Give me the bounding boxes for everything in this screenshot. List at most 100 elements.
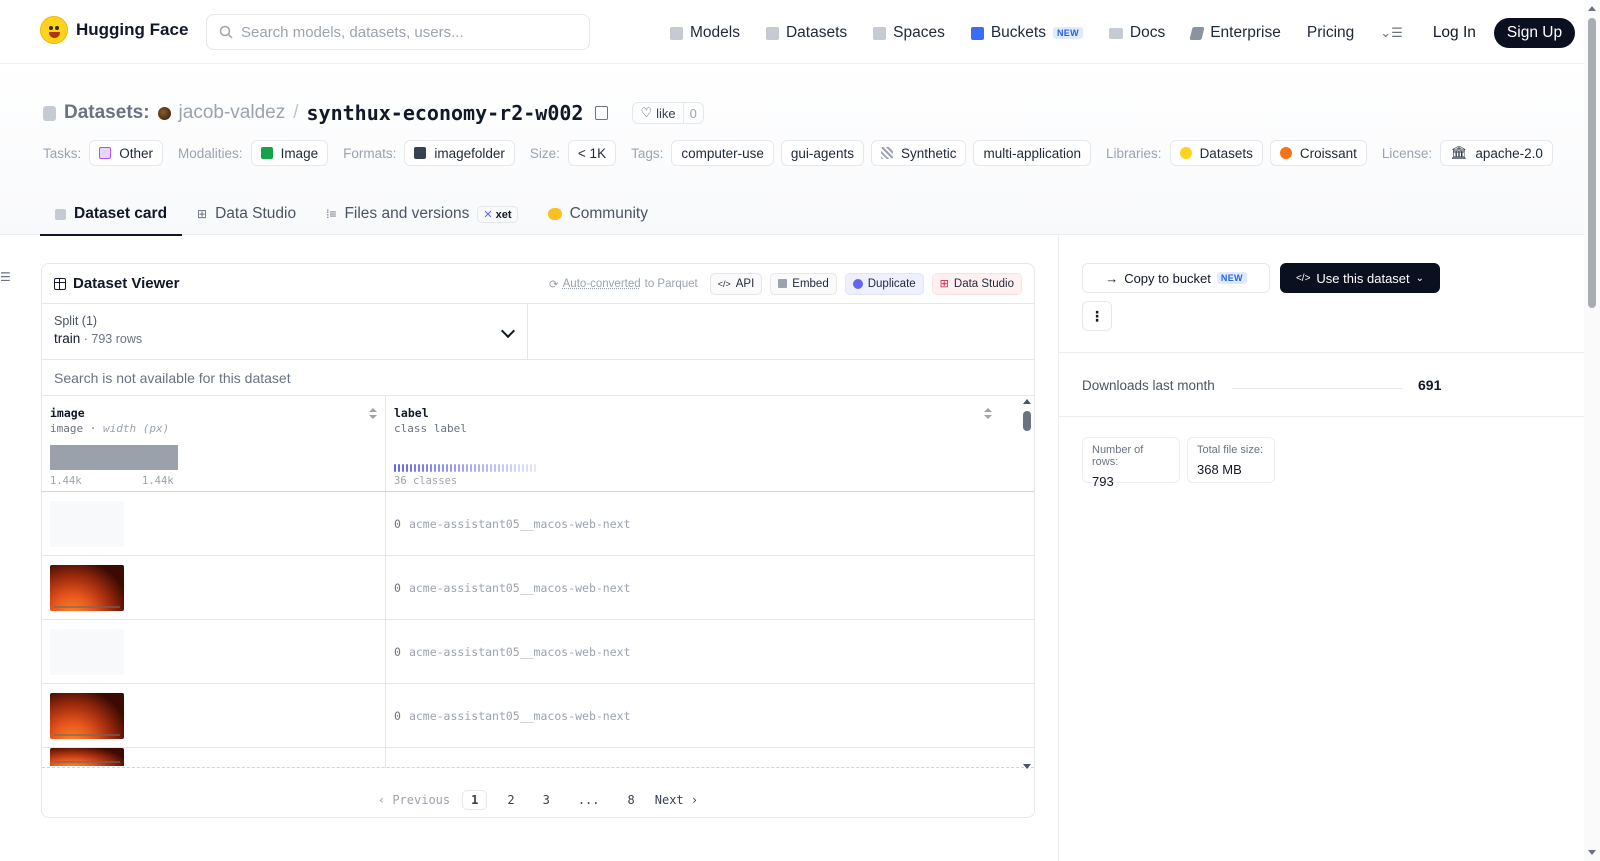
scroll-up-icon[interactable] <box>1023 399 1031 404</box>
login-link[interactable]: Log In <box>1433 24 1476 42</box>
class-bar[interactable] <box>426 464 428 472</box>
class-bar[interactable] <box>526 464 528 472</box>
class-bar[interactable] <box>482 464 484 472</box>
class-bar[interactable] <box>454 464 456 472</box>
class-bar[interactable] <box>518 464 520 472</box>
data-studio-button[interactable]: ⊞ Data Studio <box>931 272 1022 295</box>
tag-task-other[interactable]: Other <box>89 140 164 166</box>
tag-gui-agents[interactable]: gui-agents <box>780 140 864 166</box>
tag-license[interactable]: 🏛 apache-2.0 <box>1440 140 1553 166</box>
class-bar[interactable] <box>486 464 488 472</box>
repo-name[interactable]: synthux-economy-r2-w002 <box>307 101 584 125</box>
tab-data-studio[interactable]: ⊞ Data Studio <box>182 193 311 235</box>
scroll-thumb[interactable] <box>1023 411 1031 431</box>
sort-icon[interactable] <box>369 408 377 420</box>
copy-to-bucket-button[interactable]: → Copy to bucket NEW <box>1082 263 1270 293</box>
copy-icon[interactable] <box>595 106 609 120</box>
tag-modality-image[interactable]: Image <box>250 140 329 166</box>
class-distribution-bars[interactable] <box>394 464 536 472</box>
page-8-button[interactable]: 8 <box>620 791 643 809</box>
tag-multi-application[interactable]: multi-application <box>973 140 1092 166</box>
class-bar[interactable] <box>490 464 492 472</box>
class-bar[interactable] <box>458 464 460 472</box>
page-2-button[interactable]: 2 <box>499 791 522 809</box>
tag-library-croissant[interactable]: Croissant <box>1269 140 1367 166</box>
table-row[interactable]: 0 acme-assistant05__macos-web-next <box>42 684 1034 748</box>
table-scrollbar[interactable] <box>1020 395 1034 773</box>
class-bar[interactable] <box>414 464 416 472</box>
tab-community[interactable]: Community <box>533 193 663 235</box>
tag-library-datasets[interactable]: Datasets <box>1169 140 1263 166</box>
signup-button[interactable]: Sign Up <box>1493 18 1576 48</box>
class-bar[interactable] <box>466 464 468 472</box>
use-this-dataset-button[interactable]: </> Use this dataset ⌄ <box>1280 263 1440 293</box>
more-options-icon[interactable]: ⋮ <box>1082 301 1112 331</box>
class-bar[interactable] <box>398 464 400 472</box>
class-bar[interactable] <box>406 464 408 472</box>
split-selector[interactable]: Split (1) train · 793 rows <box>42 304 528 359</box>
image-thumbnail[interactable] <box>50 564 124 611</box>
class-bar[interactable] <box>442 464 444 472</box>
search-box[interactable] <box>206 14 590 50</box>
class-bar[interactable] <box>514 464 516 472</box>
class-bar[interactable] <box>474 464 476 472</box>
image-thumbnail[interactable] <box>50 500 124 547</box>
class-bar[interactable] <box>498 464 500 472</box>
page-scrollbar[interactable] <box>1584 0 1600 861</box>
column-header-label[interactable]: label class label 36 classes <box>386 396 1000 491</box>
class-bar[interactable] <box>478 464 480 472</box>
tag-size[interactable]: < 1K <box>567 140 617 166</box>
table-row[interactable]: 0 acme-assistant05__macos-web-next <box>42 620 1034 684</box>
class-bar[interactable] <box>506 464 508 472</box>
class-bar[interactable] <box>438 464 440 472</box>
tab-dataset-card[interactable]: Dataset card <box>40 193 183 236</box>
auto-converted-note[interactable]: ⟳ Auto-converted to Parquet <box>549 277 698 291</box>
class-bar[interactable] <box>446 464 448 472</box>
search-input[interactable] <box>241 23 571 41</box>
image-thumbnail[interactable] <box>50 748 124 766</box>
table-row[interactable]: 0 acme-assistant05__macos-web-next <box>42 492 1034 556</box>
nav-item-pricing[interactable]: Pricing <box>1307 19 1354 47</box>
api-button[interactable]: </> API <box>709 272 763 295</box>
class-bar[interactable] <box>434 464 436 472</box>
scroll-thumb[interactable] <box>1588 18 1596 308</box>
column-header-image[interactable]: image image · width (px) 1.44k 1.44k <box>42 396 386 491</box>
tab-files-and-versions[interactable]: ⁞≡ Files and versions ✕ xet <box>311 193 532 235</box>
class-bar[interactable] <box>394 464 396 472</box>
page-1-button[interactable]: 1 <box>462 790 488 810</box>
scroll-down-icon[interactable] <box>1588 850 1596 855</box>
class-bar[interactable] <box>530 464 532 472</box>
class-bar[interactable] <box>494 464 496 472</box>
class-bar[interactable] <box>418 464 420 472</box>
width-histogram-bar[interactable] <box>50 445 178 470</box>
class-bar[interactable] <box>402 464 404 472</box>
like-button[interactable]: ♡ like 0 <box>632 102 704 124</box>
tag-format-imagefolder[interactable]: imagefolder <box>404 140 515 166</box>
class-bar[interactable] <box>450 464 452 472</box>
class-bar[interactable] <box>422 464 424 472</box>
nav-item-enterprise[interactable]: Enterprise <box>1189 19 1281 47</box>
brand-logo[interactable]: Hugging Face <box>40 16 188 44</box>
nav-item-datasets[interactable]: Datasets <box>765 19 847 47</box>
sidebar-toggle-icon[interactable]: ☰ <box>0 270 11 284</box>
nav-item-buckets[interactable]: Buckets NEW <box>970 19 1083 47</box>
sort-icon[interactable] <box>984 408 992 420</box>
previous-page-button[interactable]: ‹ Previous <box>378 793 450 807</box>
tag-synthetic[interactable]: Synthetic <box>870 140 967 166</box>
class-bar[interactable] <box>470 464 472 472</box>
class-bar[interactable] <box>502 464 504 472</box>
table-row-partial[interactable] <box>42 748 1034 768</box>
embed-button[interactable]: Embed <box>770 272 837 295</box>
image-thumbnail[interactable] <box>50 628 124 675</box>
class-bar[interactable] <box>430 464 432 472</box>
image-thumbnail[interactable] <box>50 692 124 739</box>
class-bar[interactable] <box>410 464 412 472</box>
class-bar[interactable] <box>534 464 536 472</box>
page-3-button[interactable]: 3 <box>535 791 558 809</box>
class-bar[interactable] <box>522 464 524 472</box>
next-page-button[interactable]: Next › <box>655 793 698 807</box>
scroll-up-icon[interactable] <box>1588 6 1596 11</box>
more-menu-icon[interactable]: ⌄☰ <box>1380 25 1403 41</box>
class-bar[interactable] <box>462 464 464 472</box>
tag-computer-use[interactable]: computer-use <box>671 140 774 166</box>
